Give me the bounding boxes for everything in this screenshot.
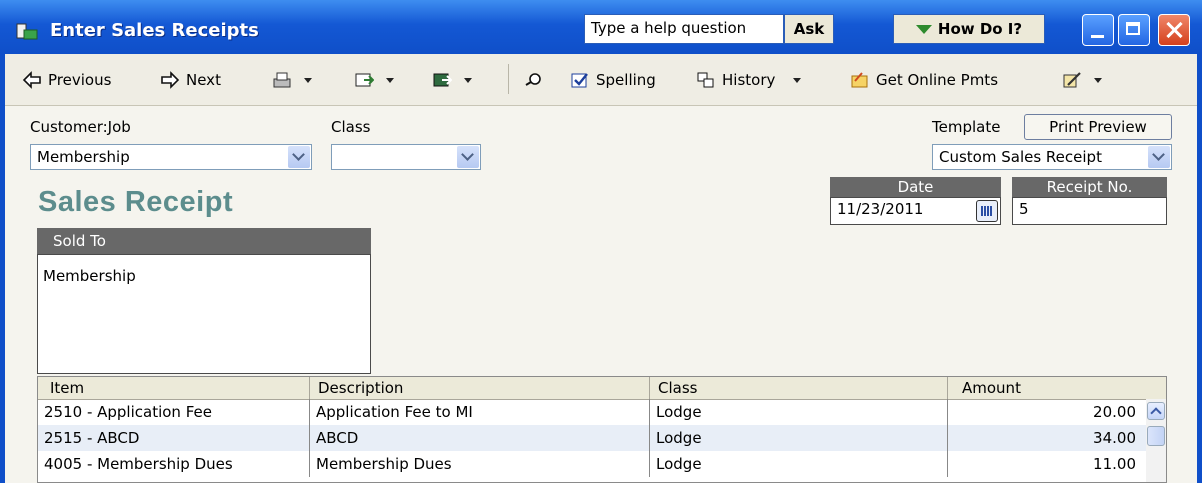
window-border-left [0, 54, 5, 483]
date-value: 11/23/2011 [837, 200, 924, 218]
toolbar-separator [508, 64, 509, 94]
history-button[interactable]: History [696, 68, 802, 92]
item-cell[interactable]: 2510 - Application Fee [38, 399, 310, 425]
dropdown-arrow-icon [464, 77, 472, 83]
ask-button[interactable]: Ask [784, 14, 834, 44]
printer-icon [273, 72, 291, 88]
how-do-i-button[interactable]: How Do I? [893, 14, 1045, 44]
print-preview-button[interactable]: Print Preview [1024, 114, 1172, 140]
description-cell[interactable]: Membership Dues [310, 451, 650, 477]
next-icon [161, 71, 180, 89]
template-label: Template [932, 118, 1001, 136]
calendar-icon[interactable] [976, 200, 998, 222]
amount-cell[interactable]: 34.00 [948, 425, 1148, 451]
template-value: Custom Sales Receipt [939, 148, 1102, 166]
amount-cell[interactable]: 20.00 [948, 399, 1148, 425]
item-cell[interactable]: 2515 - ABCD [38, 425, 310, 451]
class-cell[interactable]: Lodge [650, 399, 948, 425]
customize-button[interactable] [1062, 68, 1102, 92]
sales-receipt-form: Customer:Job Membership Class Template P… [0, 106, 1202, 483]
how-do-i-label: How Do I? [937, 20, 1023, 38]
item-cell[interactable]: 4005 - Membership Dues [38, 451, 310, 477]
triangle-down-icon [915, 24, 932, 34]
dropdown-arrow-icon [1094, 77, 1102, 83]
date-header: Date [830, 177, 1001, 197]
close-button[interactable] [1158, 14, 1190, 46]
next-button[interactable]: Next [160, 68, 221, 92]
table-row[interactable]: 4005 - Membership Dues Membership Dues L… [38, 451, 1148, 477]
find-icon [525, 73, 541, 86]
column-header-item[interactable]: Item [38, 377, 310, 399]
edit-form-icon [1063, 72, 1081, 88]
date-field[interactable]: 11/23/2011 [830, 197, 1001, 225]
window-title: Enter Sales Receipts [50, 20, 259, 41]
title-bar: Enter Sales Receipts Type a help questio… [0, 0, 1202, 54]
history-icon [697, 72, 714, 88]
previous-icon [22, 71, 41, 89]
chevron-down-icon[interactable] [288, 146, 310, 168]
online-payments-icon [851, 72, 868, 88]
description-cell[interactable]: Application Fee to MI [310, 399, 650, 425]
receipt-no-field[interactable]: 5 [1012, 197, 1167, 225]
help-search-input[interactable]: Type a help question [584, 14, 784, 44]
class-cell[interactable]: Lodge [650, 451, 948, 477]
chevron-down-icon[interactable] [1148, 146, 1170, 168]
table-row[interactable]: 2515 - ABCD ABCD Lodge 34.00 [38, 425, 1148, 451]
column-header-amount[interactable]: Amount [948, 377, 1166, 399]
class-label: Class [331, 118, 371, 136]
table-header: Item Description Class Amount [38, 377, 1166, 400]
history-label: History [722, 71, 776, 89]
column-header-description[interactable]: Description [310, 377, 650, 399]
email-icon [355, 73, 374, 87]
sold-to-header: Sold To [37, 228, 371, 254]
scroll-up-icon[interactable] [1147, 402, 1165, 420]
scroll-thumb[interactable] [1147, 426, 1165, 446]
minimize-button[interactable] [1082, 14, 1114, 46]
dropdown-arrow-icon [386, 77, 394, 83]
table-scrollbar[interactable] [1146, 399, 1166, 482]
class-cell[interactable]: Lodge [650, 425, 948, 451]
ship-icon [433, 73, 452, 87]
send-button[interactable] [354, 68, 394, 92]
get-online-pmts-button[interactable]: Get Online Pmts [850, 68, 998, 92]
form-heading: Sales Receipt [38, 186, 234, 218]
dropdown-arrow-icon [304, 77, 312, 83]
get-online-pmts-label: Get Online Pmts [876, 71, 999, 89]
spelling-label: Spelling [596, 71, 656, 89]
dropdown-arrow-icon [793, 77, 802, 83]
table-row[interactable]: 2510 - Application Fee Application Fee t… [38, 399, 1148, 425]
sales-receipt-app-icon [16, 23, 38, 40]
toolbar: Previous Next Spelling History Get Onlin… [0, 54, 1202, 106]
chevron-down-icon[interactable] [457, 146, 479, 168]
customer-job-combo[interactable]: Membership [30, 144, 312, 170]
print-button[interactable] [272, 68, 312, 92]
maximize-button[interactable] [1118, 14, 1150, 46]
template-combo[interactable]: Custom Sales Receipt [932, 144, 1172, 170]
window-border-right [1197, 54, 1202, 483]
column-header-class[interactable]: Class [650, 377, 948, 399]
next-label: Next [186, 71, 221, 89]
description-cell[interactable]: ABCD [310, 425, 650, 451]
class-combo[interactable] [331, 144, 481, 170]
spelling-button[interactable]: Spelling [570, 68, 656, 92]
spelling-check-icon [571, 73, 588, 88]
previous-label: Previous [48, 71, 112, 89]
receipt-no-header: Receipt No. [1012, 177, 1167, 197]
find-button[interactable] [524, 68, 544, 92]
customer-job-label: Customer:Job [30, 118, 131, 136]
ship-button[interactable] [432, 68, 472, 92]
sold-to-field[interactable]: Membership [37, 254, 371, 374]
previous-button[interactable]: Previous [22, 68, 111, 92]
amount-cell[interactable]: 11.00 [948, 451, 1148, 477]
items-table: Item Description Class Amount 2510 - App… [37, 376, 1167, 483]
customer-job-value: Membership [37, 148, 130, 166]
